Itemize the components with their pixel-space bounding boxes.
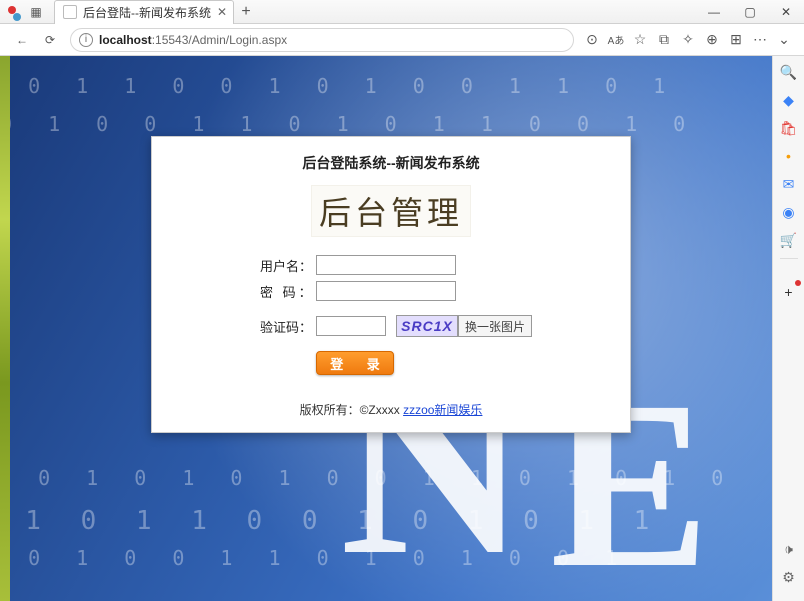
window-titlebar: ▦ 后台登陆--新闻发布系统 ✕ + — ▢ ✕ [0,0,804,24]
page-favicon-icon [63,5,77,19]
sidebar-speaker-icon[interactable]: 🕩 [779,539,799,559]
password-label: 密 码： [260,282,316,301]
minimize-button[interactable]: — [696,0,732,24]
profile-avatar[interactable] [6,4,22,20]
bg-bits: 0 1 0 0 1 1 0 1 0 1 1 0 0 1 0 [10,112,697,136]
edge-sidebar: 🔍 ◆ 🛍 • ✉ ◉ 🛒 + 🕩 ⚙ [772,56,804,601]
captcha-label: 验证码： [260,317,316,336]
row-captcha: 验证码： SRC1X 换一张图片 [176,315,606,337]
tab-close-icon[interactable]: ✕ [217,5,227,19]
url-host: localhost [99,33,152,47]
captcha-input[interactable] [316,316,386,336]
tab-title: 后台登陆--新闻发布系统 [83,4,211,21]
desktop-edge [0,56,10,601]
copyright: 版权所有：©Zxxxx zzzoo新闻娱乐 [176,401,606,418]
reload-button[interactable]: ⟳ [38,28,62,52]
sidebar-tag-icon[interactable]: ◆ [779,90,799,110]
copyright-text: 版权所有：©Zxxxx [300,403,404,417]
maximize-button[interactable]: ▢ [732,0,768,24]
new-tab-button[interactable]: + [234,0,258,24]
username-input[interactable] [316,255,456,275]
hub-icon[interactable]: ⧉ [652,28,676,52]
row-password: 密 码： [176,281,606,301]
address-bar: ← ⟳ i localhost :15543 /Admin/Login.aspx… [0,24,804,56]
captcha-image[interactable]: SRC1X [396,315,458,337]
workspaces-icon[interactable]: ▦ [26,2,46,22]
tab-active[interactable]: 后台登陆--新闻发布系统 ✕ [54,0,234,24]
url-path: /Admin/Login.aspx [188,33,287,47]
close-window-button[interactable]: ✕ [768,0,804,24]
tab-strip: 后台登陆--新闻发布系统 ✕ + [54,0,696,24]
sidebar-search-icon[interactable]: 🔍 [779,62,799,82]
extensions-icon[interactable]: ⊞ [724,28,748,52]
search-icon[interactable]: ⊙ [580,28,604,52]
sidebar-camera-icon[interactable]: ◉ [779,202,799,222]
sidebar-person-icon[interactable]: • [779,146,799,166]
sidebar-shopping-icon[interactable]: 🛍 [779,118,799,138]
url-port: :15543 [152,33,189,47]
bg-bits: 1 0 1 0 0 1 1 0 1 0 1 0 0 1 [10,546,629,570]
sidebar-cart-icon[interactable]: 🛒 [779,230,799,250]
admin-title: 后台管理 [311,185,471,237]
bg-bits: 1 0 1 1 0 0 1 0 1 0 0 1 1 0 1 [10,74,677,98]
sidebar-settings-icon[interactable]: ⚙ [779,567,799,587]
collections-icon[interactable]: ⊕ [700,28,724,52]
sidebar-add-icon[interactable]: + [779,282,799,302]
card-title: 后台登陆系统--新闻发布系统 [176,153,606,173]
favorites-icon[interactable]: ✧ [676,28,700,52]
login-card: 后台登陆系统--新闻发布系统 后台管理 用户名： 密 码： 验证码： SRC1X… [151,136,631,433]
url-box[interactable]: i localhost :15543 /Admin/Login.aspx [70,28,574,52]
sidebar-mail-icon[interactable]: ✉ [779,174,799,194]
read-aloud-icon[interactable]: Aあ [604,28,628,52]
captcha-change-link[interactable]: 换一张图片 [458,315,532,337]
password-input[interactable] [316,281,456,301]
site-info-icon[interactable]: i [79,33,93,47]
more-icon[interactable]: ⋯ [748,28,772,52]
page-background: 1 0 1 1 0 0 1 0 1 0 0 1 1 0 1 0 1 0 0 1 … [10,56,772,601]
username-label: 用户名： [260,256,316,275]
favorites-star-icon[interactable]: ☆ [628,28,652,52]
dropdown-icon[interactable]: ⌄ [772,28,796,52]
page-viewport: 1 0 1 1 0 0 1 0 1 0 0 1 1 0 1 0 1 0 0 1 … [10,56,772,601]
row-username: 用户名： [176,255,606,275]
back-button[interactable]: ← [10,28,34,52]
copyright-link[interactable]: zzzoo新闻娱乐 [403,403,482,417]
window-controls: — ▢ ✕ [696,0,804,24]
login-button[interactable]: 登 录 [316,351,394,375]
